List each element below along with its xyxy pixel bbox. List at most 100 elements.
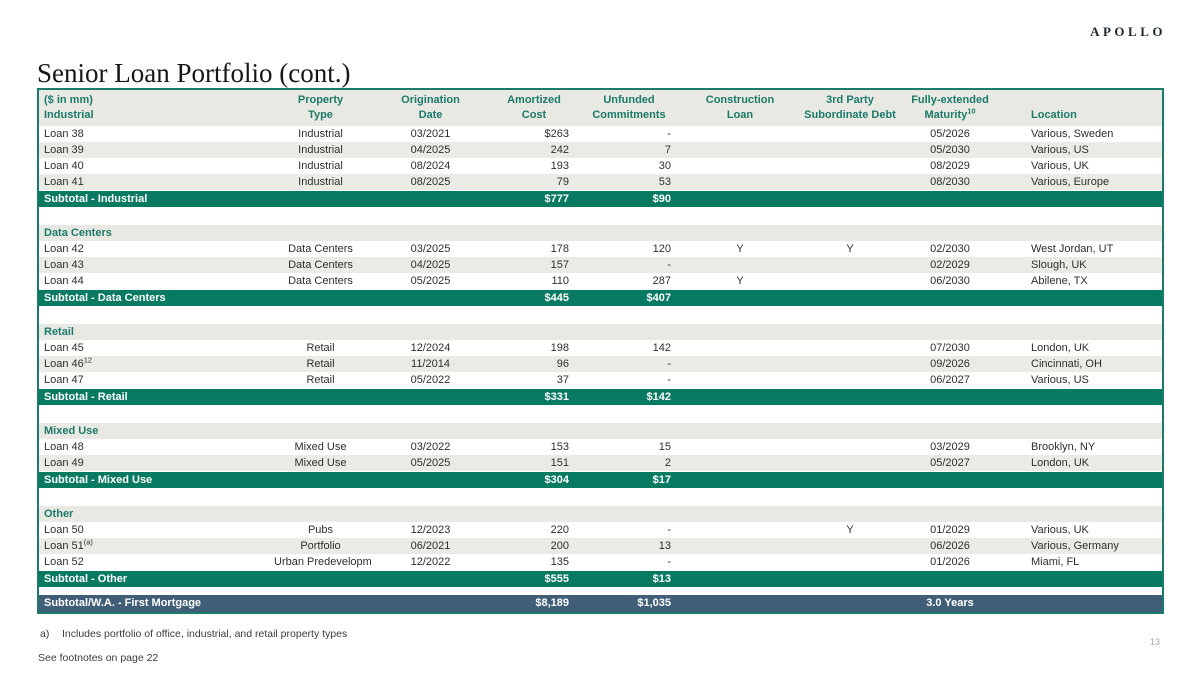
table-cell: 7 [578, 142, 680, 158]
subtotal-label-cell: Subtotal - Mixed Use [38, 471, 490, 489]
loan-name-cell: Loan 41 [38, 174, 270, 191]
subtotal-label-cell: Subtotal - Other [38, 570, 490, 588]
subtotal-label-cell: Subtotal - Data Centers [38, 289, 490, 307]
column-header-line1 [1031, 93, 1158, 108]
loan-name-cell: Loan 40 [38, 158, 270, 174]
subtotal-cost-cell: $445 [490, 289, 578, 307]
subtotal-empty-cell [680, 289, 1163, 307]
table-cell: Various, UK [1000, 158, 1163, 174]
table-cell: 05/2022 [371, 372, 490, 389]
table-cell: 242 [490, 142, 578, 158]
table-cell: Various, UK [1000, 522, 1163, 538]
table-cell: 13 [578, 538, 680, 554]
table-cell: 12/2024 [371, 340, 490, 356]
section-label-cell: Other [38, 506, 1163, 522]
table-cell: 110 [490, 273, 578, 290]
section-label-cell: Mixed Use [38, 423, 1163, 439]
table-cell: 142 [578, 340, 680, 356]
table-cell: 05/2027 [900, 455, 1000, 472]
table-row: Loan 48 Mixed Use 03/2022 153 15 03/2029 Brook… [38, 439, 1163, 455]
table-cell: 287 [578, 273, 680, 290]
column-header-line2: Date [418, 109, 443, 121]
table-cell: - [578, 126, 680, 142]
header-row: ($ in mm) Industrial Property Type Originati… [38, 89, 1163, 126]
column-header-line1: Fully-extended [911, 94, 989, 106]
table-cell [800, 174, 900, 191]
column-header: Property Type [270, 89, 371, 126]
table-cell: 01/2026 [900, 554, 1000, 571]
subtotal-row: Subtotal - Industrial $777 $90 [38, 190, 1163, 208]
page-title: Senior Loan Portfolio (cont.) [37, 58, 351, 89]
table-cell: 09/2026 [900, 356, 1000, 372]
column-header-line2: Maturity10 [924, 106, 976, 121]
subtotal-label-cell: Subtotal - Retail [38, 388, 490, 406]
footnote-a-label: a) [40, 628, 50, 640]
subtotal-row: Subtotal - Data Centers $445 $407 [38, 289, 1163, 307]
table-cell [800, 257, 900, 273]
table-cell: Mixed Use [270, 455, 371, 472]
table-cell [800, 356, 900, 372]
table-cell: Data Centers [270, 257, 371, 273]
spacer-row [38, 306, 1163, 324]
table-cell: - [578, 554, 680, 571]
column-header: Construction Loan [680, 89, 800, 126]
footnote-a: a) Includes portfolio of office, industri… [40, 628, 347, 640]
table-cell: Cincinnati, OH [1000, 356, 1163, 372]
table-cell: 200 [490, 538, 578, 554]
table-cell: Y [800, 241, 900, 257]
spacer-cell [38, 306, 1163, 324]
table-cell: 08/2029 [900, 158, 1000, 174]
subtotal-empty-cell [680, 388, 1163, 406]
table-cell: Pubs [270, 522, 371, 538]
table-body: Loan 38 Industrial 03/2021 $263-05/2026 Vari… [38, 126, 1163, 613]
column-header: 3rd Party Subordinate Debt [800, 89, 900, 126]
table-cell: Urban Predevelopment [270, 554, 371, 571]
table-cell: - [578, 522, 680, 538]
subtotal-row: Subtotal - Retail $331 $142 [38, 388, 1163, 406]
subtotal-empty-cell [680, 570, 1163, 588]
table-cell: 06/2026 [900, 538, 1000, 554]
table-cell [680, 126, 800, 142]
table-cell: 04/2025 [371, 142, 490, 158]
column-header: Amortized Cost [490, 89, 578, 126]
table-container: ($ in mm) Industrial Property Type Originati… [37, 88, 1166, 614]
table-cell: 08/2025 [371, 174, 490, 191]
section-label-row: Retail [38, 324, 1163, 340]
section-label-row: Data Centers [38, 225, 1163, 241]
loan-name-cell: Loan 38 [38, 126, 270, 142]
table-cell: Various, Germany [1000, 538, 1163, 554]
table-header: ($ in mm) Industrial Property Type Originati… [38, 89, 1163, 126]
table-row: Loan 49 Mixed Use 05/2025 151 2 05/2027 London… [38, 455, 1163, 472]
table-cell: 37 [490, 372, 578, 389]
table-cell: 53 [578, 174, 680, 191]
table-cell: 08/2024 [371, 158, 490, 174]
table-cell: 178 [490, 241, 578, 257]
loan-name-cell: Loan 39 [38, 142, 270, 158]
table-cell: 05/2025 [371, 455, 490, 472]
spacer-cell [38, 405, 1163, 423]
table-cell [800, 158, 900, 174]
table-cell: 08/2030 [900, 174, 1000, 191]
spacer-row [38, 488, 1163, 506]
column-header: ($ in mm) Industrial [38, 89, 270, 126]
table-cell: 96 [490, 356, 578, 372]
table-cell: Slough, UK [1000, 257, 1163, 273]
portfolio-table: ($ in mm) Industrial Property Type Originati… [37, 88, 1164, 614]
table-cell: 06/2021 [371, 538, 490, 554]
table-cell: Mixed Use [270, 439, 371, 455]
table-cell [800, 142, 900, 158]
table-row: Loan 39 Industrial 04/2025 242 7 05/2030 Vario… [38, 142, 1163, 158]
table-cell [800, 340, 900, 356]
table-cell [800, 538, 900, 554]
table-cell: - [578, 356, 680, 372]
subtotal-empty-cell [680, 471, 1163, 489]
column-header-line1: Property [297, 94, 344, 106]
table-cell: 12/2023 [371, 522, 490, 538]
loan-name-cell: Loan 51(a) [38, 538, 270, 554]
table-cell: 01/2029 [900, 522, 1000, 538]
column-header-line1: Unfunded [603, 94, 655, 106]
loan-name-cell: Loan 50 [38, 522, 270, 538]
loan-name-cell: Loan 49 [38, 455, 270, 472]
loan-name-cell: Loan 45 [38, 340, 270, 356]
table-cell: 135 [490, 554, 578, 571]
